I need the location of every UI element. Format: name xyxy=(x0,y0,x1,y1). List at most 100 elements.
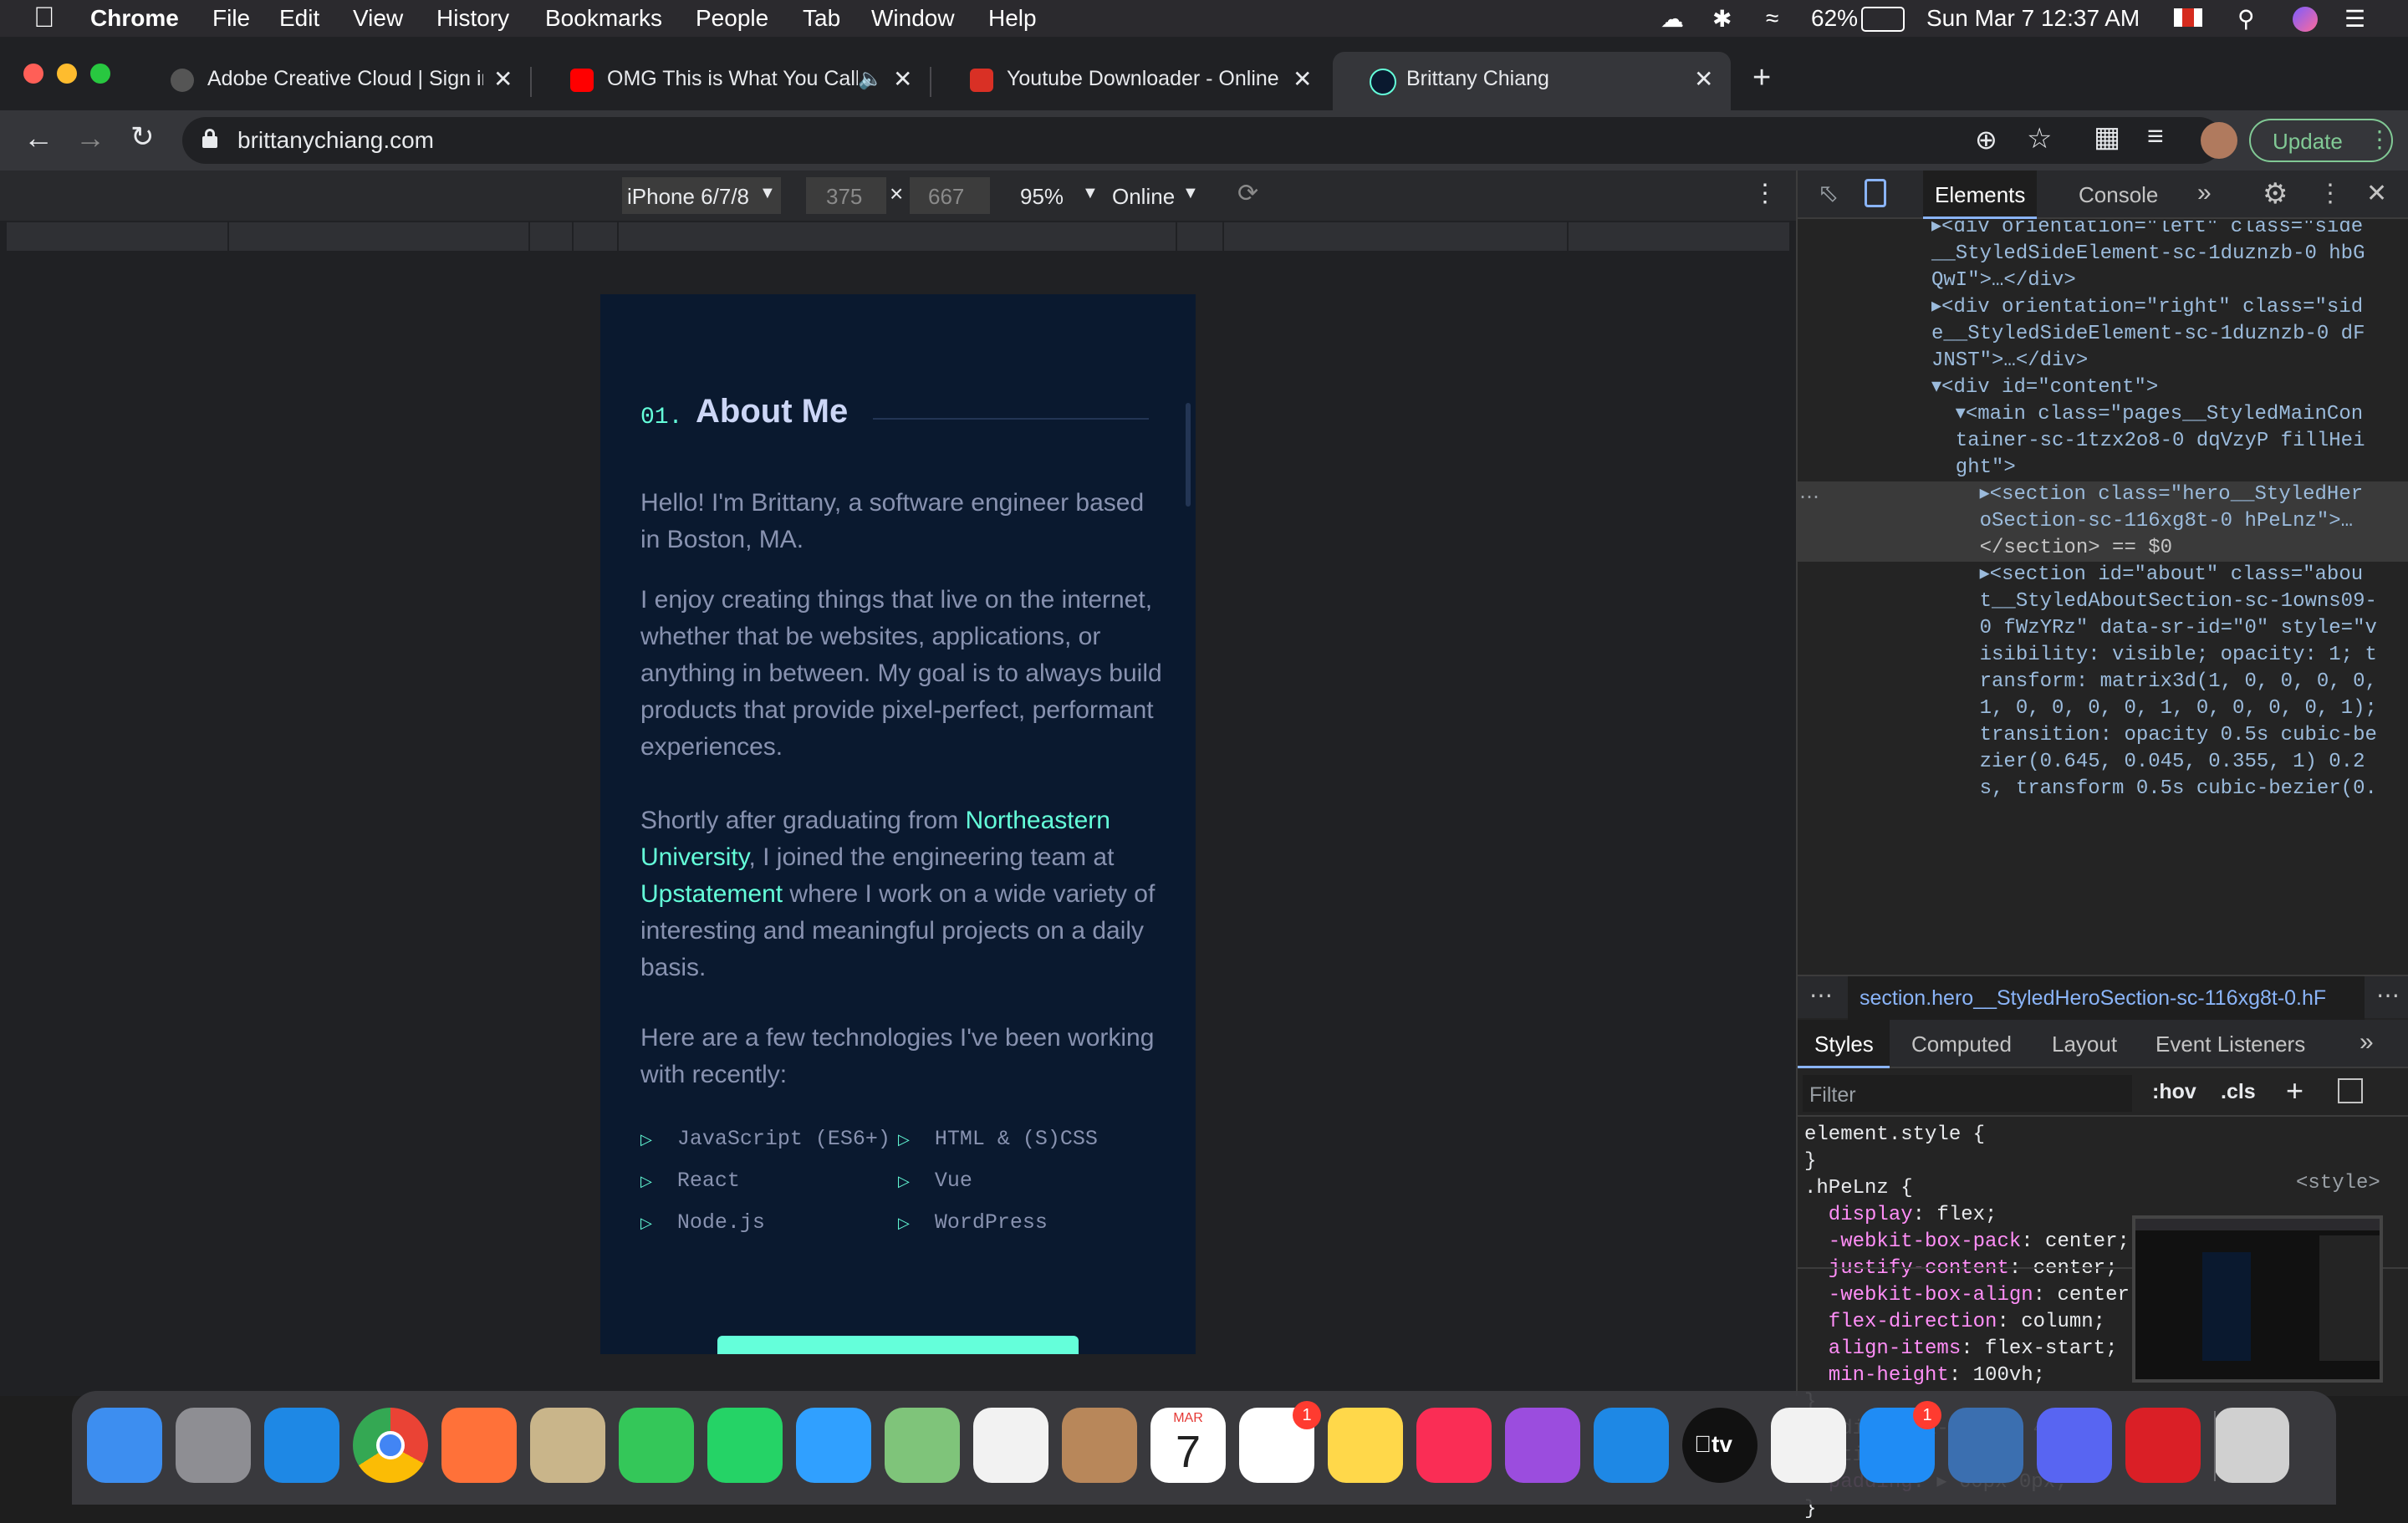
style-line[interactable]: align-items: flex-start; xyxy=(1804,1336,2141,1363)
install-app-icon[interactable]: ⊕ xyxy=(1975,124,1997,155)
lock-icon[interactable] xyxy=(202,129,217,148)
close-tab-icon[interactable]: ✕ xyxy=(493,65,513,93)
menu-tab[interactable]: Tab xyxy=(803,5,840,32)
tab-youtube-video[interactable]: OMG This is What You Call 🔈 ✕ xyxy=(533,52,926,110)
dock-app-messages[interactable] xyxy=(796,1408,871,1483)
dom-line[interactable]: e__StyledSideElement-sc-1duznzb-0 dF xyxy=(1931,321,2377,348)
dock-app-maps[interactable] xyxy=(885,1408,960,1483)
dock-app-safari[interactable] xyxy=(264,1408,339,1483)
dom-line[interactable]: 1, 0, 0, 0, 0, 1, 0, 0, 0, 0, 1); xyxy=(1931,695,2377,722)
dom-line[interactable]: ▸<div orientation="left" class="side xyxy=(1931,221,2377,241)
forward-icon[interactable]: → xyxy=(75,120,105,155)
style-line[interactable]: justify-content: center; xyxy=(1804,1256,2141,1282)
url-text[interactable]: brittanychiang.com xyxy=(237,127,434,154)
dom-line[interactable]: __StyledSideElement-sc-1duznzb-0 hbG xyxy=(1931,241,2377,267)
dock-app-chrome[interactable] xyxy=(353,1408,428,1483)
breadcrumb-item[interactable]: section.hero__StyledHeroSection-sc-116xg… xyxy=(1848,976,2365,1020)
node-actions-icon[interactable]: ⋯ xyxy=(1799,485,1819,509)
tab-console[interactable]: Console xyxy=(2079,182,2158,208)
dock-app-podcasts[interactable] xyxy=(1505,1408,1580,1483)
close-tab-icon[interactable]: ✕ xyxy=(893,65,912,93)
dom-line[interactable]: </section> == $0 xyxy=(1931,535,2377,562)
devtools-more-icon[interactable]: ⋮ xyxy=(2318,179,2343,208)
wifi-icon[interactable]: ≈ xyxy=(1766,5,1778,32)
dom-line[interactable]: ▸<div orientation="right" class="sid xyxy=(1931,294,2377,321)
tab-adobe[interactable]: Adobe Creative Cloud | Sign in ✕ xyxy=(134,52,527,110)
device-toolbar-more-icon[interactable]: ⋮ xyxy=(1752,179,1778,208)
throttle-select[interactable]: Online ▼ xyxy=(1104,177,1204,214)
new-tab-icon[interactable]: + xyxy=(1752,60,1771,96)
style-line[interactable]: } xyxy=(1804,1149,2141,1175)
dock-app-facetime[interactable] xyxy=(619,1408,694,1483)
close-tab-icon[interactable]: ✕ xyxy=(1694,65,1713,93)
dom-line[interactable]: ▾<div id="content"> xyxy=(1931,374,2377,401)
tab-event-listeners[interactable]: Event Listeners xyxy=(2155,1031,2305,1057)
settings-gear-icon[interactable]: ⚙ xyxy=(2263,177,2288,211)
media-query-bar[interactable] xyxy=(7,222,1789,251)
upstatement-link[interactable]: Upstatement xyxy=(640,880,783,908)
dock-app-screenshot[interactable] xyxy=(1948,1408,2023,1483)
dom-line[interactable]: 0 fWzYRz" data-sr-id="0" style="v xyxy=(1931,615,2377,642)
more-tabs-icon[interactable]: » xyxy=(2197,179,2212,207)
dom-line[interactable]: JNST">…</div> xyxy=(1931,348,2377,374)
dom-line[interactable]: t__StyledAboutSection-sc-1owns09- xyxy=(1931,588,2377,615)
apple-icon[interactable]:  xyxy=(33,2,55,34)
back-icon[interactable]: ← xyxy=(23,120,54,155)
dock-app-discord[interactable] xyxy=(2037,1408,2112,1483)
menu-edit[interactable]: Edit xyxy=(279,5,319,32)
dom-line[interactable]: oSection-sc-116xg8t-0 hPeLnz">… xyxy=(1931,508,2377,535)
reload-icon[interactable]: ↻ xyxy=(130,120,155,154)
style-line[interactable]: -webkit-box-align: center; xyxy=(1804,1282,2141,1309)
menu-file[interactable]: File xyxy=(212,5,250,32)
dock-app-news[interactable] xyxy=(1771,1408,1846,1483)
dock-app-music[interactable] xyxy=(1416,1408,1492,1483)
style-line[interactable]: display: flex; xyxy=(1804,1202,2141,1229)
dock-app-firefox[interactable] xyxy=(441,1408,517,1483)
tab-youtube-downloader[interactable]: Youtube Downloader - Online Y ✕ xyxy=(933,52,1326,110)
dock-app-creative-cloud[interactable] xyxy=(2125,1408,2201,1483)
viewport-width-input[interactable]: 375 xyxy=(806,177,886,214)
extensions-icon[interactable]: ▦ xyxy=(2094,120,2120,154)
page-scrollbar[interactable] xyxy=(1186,403,1191,507)
dom-line[interactable]: ▸<section class="hero__StyledHer xyxy=(1931,481,2377,508)
dock-app-launchpad[interactable] xyxy=(176,1408,251,1483)
dock-app-calendar[interactable]: MAR 7 xyxy=(1150,1408,1226,1483)
menu-view[interactable]: View xyxy=(353,5,403,32)
hover-state-toggle[interactable]: :hov xyxy=(2152,1080,2196,1104)
menu-app-name[interactable]: Chrome xyxy=(90,5,179,32)
media-controls-icon[interactable]: ≡ xyxy=(2147,120,2164,153)
screenshot-thumbnail[interactable] xyxy=(2132,1215,2383,1383)
minimize-window-button[interactable] xyxy=(57,64,77,84)
dom-line[interactable]: ▾<main class="pages__StyledMainCon xyxy=(1931,401,2377,428)
dom-line[interactable]: QwI">…</div> xyxy=(1931,267,2377,294)
dock-app-photos[interactable] xyxy=(973,1408,1048,1483)
style-source-link[interactable]: <style> xyxy=(2296,1170,2380,1197)
styles-filter-input[interactable]: Filter xyxy=(1803,1075,2132,1112)
close-tab-icon[interactable]: ✕ xyxy=(1293,65,1312,93)
dom-line[interactable]: isibility: visible; opacity: 1; t xyxy=(1931,642,2377,669)
menu-people[interactable]: People xyxy=(696,5,768,32)
style-line[interactable]: min-height: 100vh; xyxy=(1804,1363,2141,1389)
dock-app-trash[interactable] xyxy=(2214,1408,2289,1483)
close-window-button[interactable] xyxy=(23,64,43,84)
spotlight-search-icon[interactable]: ⚲ xyxy=(2237,5,2255,33)
dom-line[interactable]: ght"> xyxy=(1931,455,2377,481)
cloud-sync-icon[interactable]: ☁ xyxy=(1661,5,1684,33)
battery-icon[interactable] xyxy=(1861,7,1905,32)
style-line[interactable]: element.style { xyxy=(1804,1122,2141,1149)
dom-line[interactable]: tainer-sc-1tzx2o8-0 dqVzyP fillHei xyxy=(1931,428,2377,455)
control-center-icon[interactable]: ☰ xyxy=(2344,5,2365,33)
toggle-sidebar-icon[interactable] xyxy=(2338,1078,2363,1103)
dock-app-app-store[interactable]: 1 xyxy=(1860,1401,1941,1483)
dock-app-vs-code[interactable] xyxy=(1594,1408,1669,1483)
style-line[interactable]: -webkit-box-pack: center; xyxy=(1804,1229,2141,1256)
dock-app-notes[interactable] xyxy=(1328,1408,1403,1483)
dom-line[interactable]: ▸<section id="about" class="abou xyxy=(1931,562,2377,588)
profile-avatar[interactable] xyxy=(2201,122,2237,159)
more-style-tabs-icon[interactable]: » xyxy=(2360,1028,2374,1057)
breadcrumb-scroll-icon[interactable]: ⋯ xyxy=(2376,981,2400,1009)
dock-app-reminders[interactable]: 1 xyxy=(1239,1401,1321,1483)
tab-layout[interactable]: Layout xyxy=(2052,1031,2117,1057)
style-line[interactable]: .hPeLnz { xyxy=(1804,1175,2141,1202)
speaker-icon[interactable]: 🔈 xyxy=(858,67,883,91)
